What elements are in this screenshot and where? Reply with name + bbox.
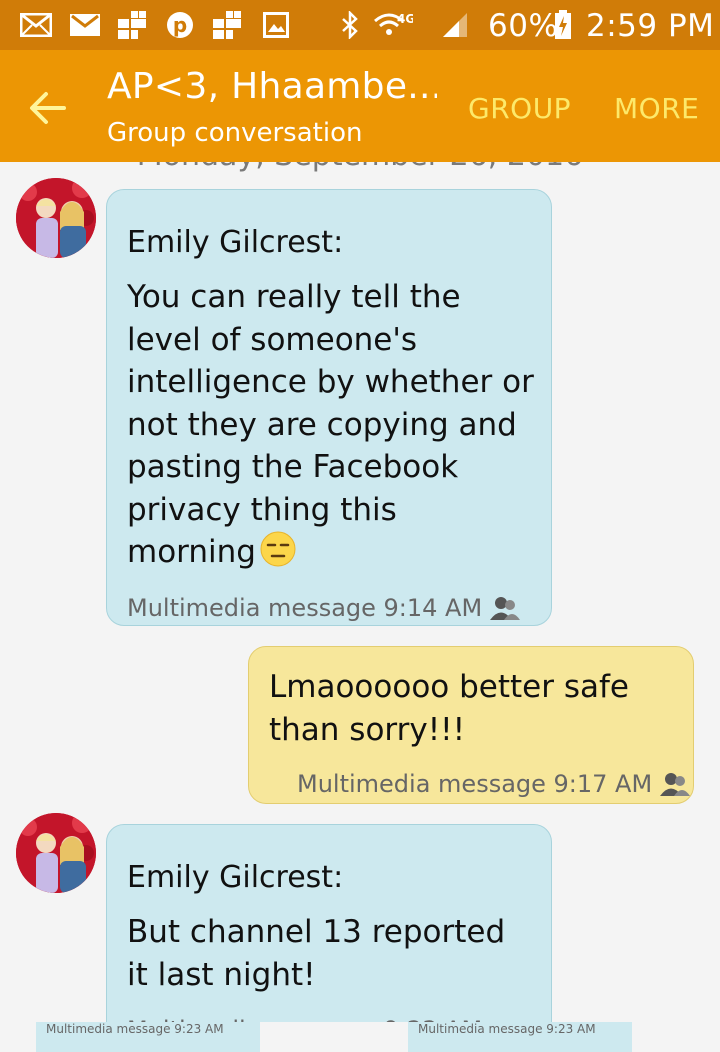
expressionless-face-emoji: [260, 531, 296, 567]
avatar[interactable]: [16, 813, 96, 893]
mail-icon: [20, 12, 52, 38]
preview-bubble: Multimedia message 9:23 AM: [36, 1022, 260, 1052]
app-grid-icon: [212, 11, 242, 39]
preview-bubble: Multimedia message 9:23 AM: [408, 1022, 632, 1052]
sender-name: Emily Gilcrest:: [127, 860, 344, 895]
back-arrow-icon[interactable]: [26, 88, 70, 128]
conversation-title[interactable]: AP<3, Hhaambe...: [107, 66, 437, 107]
wifi-icon: 4G: [373, 12, 413, 38]
more-button[interactable]: MORE: [614, 92, 699, 125]
message-bubble-incoming[interactable]: Emily Gilcrest: You can really tell the …: [106, 189, 552, 626]
date-divider: Monday, September 26, 2016: [0, 162, 720, 173]
conversation-subtitle: Group conversation: [107, 118, 363, 148]
signal-icon: [440, 12, 470, 38]
message-bubble-outgoing[interactable]: Lmaoooooo better safe than sorry!!! Mult…: [248, 646, 694, 804]
battery-percent: 60%: [488, 8, 559, 44]
app-grid-icon: [117, 11, 147, 39]
sender-name: Emily Gilcrest:: [127, 225, 344, 260]
avatar[interactable]: [16, 178, 96, 258]
status-bar: p 4G 60% 2:59 PM: [0, 0, 720, 50]
preview-strip: Multimedia message 9:23 AM Multimedia me…: [0, 1022, 720, 1052]
app-bar: AP<3, Hhaambe... Group conversation GROU…: [0, 50, 720, 162]
svg-text:p: p: [173, 13, 187, 37]
message-text: You can really tell the level of someone…: [127, 279, 534, 570]
group-button[interactable]: GROUP: [468, 92, 571, 125]
gmail-icon: [70, 12, 100, 38]
clock: 2:59 PM: [586, 8, 715, 44]
svg-text:4G: 4G: [397, 12, 413, 26]
message-meta: Multimedia message 9:14 AM: [127, 593, 551, 623]
bluetooth-icon: [340, 11, 360, 39]
message-bubble-incoming[interactable]: Emily Gilcrest: But channel 13 reported …: [106, 824, 552, 1052]
message-text: Lmaoooooo better safe than sorry!!!: [269, 669, 629, 748]
pinterest-icon: p: [166, 12, 194, 38]
message-list[interactable]: Monday, September 26, 2016 Emily Gilcres…: [0, 162, 720, 1052]
message-meta: Multimedia message 9:17 AM: [269, 769, 693, 799]
message-text: But channel 13 reported it last night!: [127, 914, 506, 993]
group-message-icon: [490, 595, 521, 621]
gallery-icon: [262, 12, 290, 38]
battery-charging-icon: [554, 10, 572, 39]
group-message-icon: [660, 771, 691, 797]
